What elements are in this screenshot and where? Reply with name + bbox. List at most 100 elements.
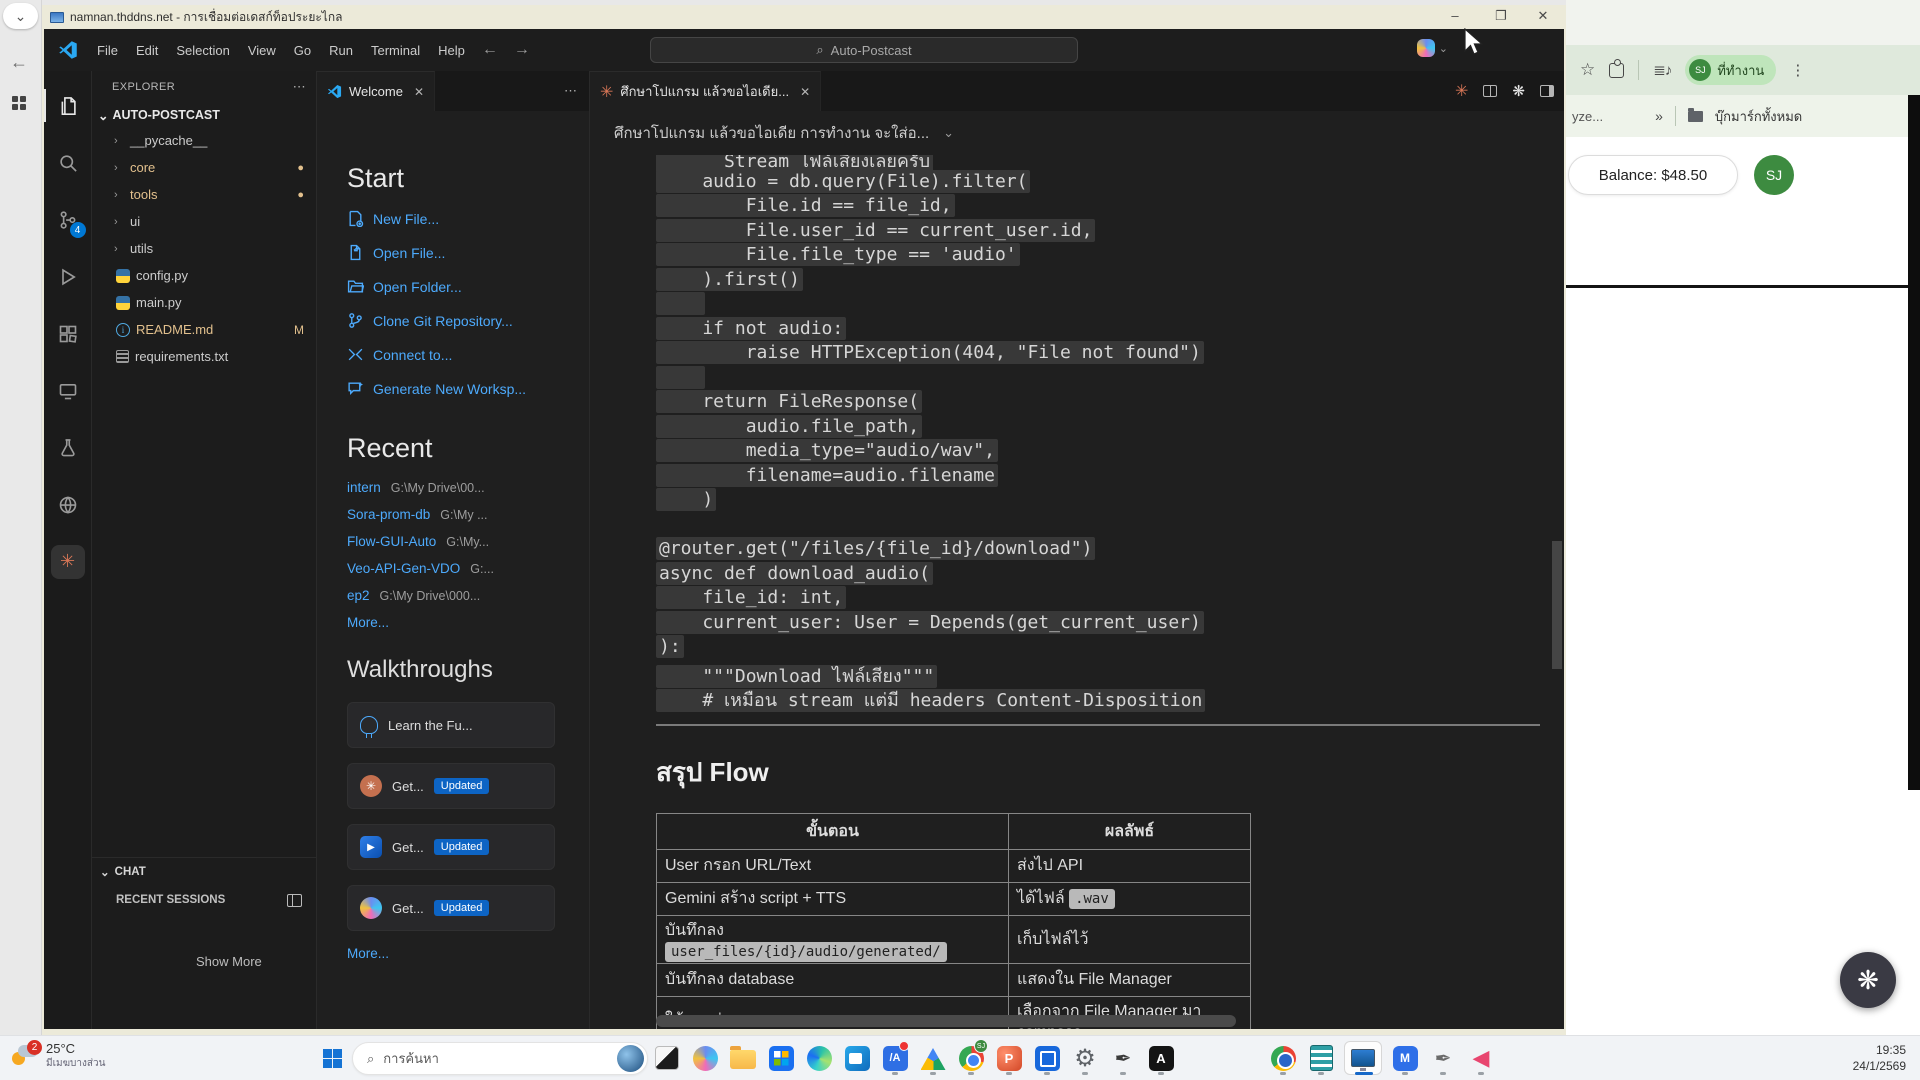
walkthrough-card-claude[interactable]: ✳ Get... Updated [347,763,555,809]
tab-search-icon[interactable]: ≣♪ [1653,61,1671,79]
command-search-box[interactable]: ⌕ Auto-Postcast [650,37,1078,63]
quill-app-icon[interactable]: ✒ [1108,1041,1138,1075]
menu-file[interactable]: File [88,43,127,58]
tree-item-ui[interactable]: › ui [92,208,316,235]
explorer-more-icon[interactable]: ⋯ [293,79,306,95]
start-button[interactable] [323,1049,342,1068]
powerpoint-icon[interactable]: P [994,1041,1024,1075]
bookmark-star-icon[interactable]: ☆ [1580,60,1595,80]
claude-panel-icon[interactable]: ✳ [44,533,92,590]
m-blue-app-icon[interactable]: M [1390,1041,1420,1075]
chrome-icon[interactable]: SJ [956,1041,986,1075]
testing-icon[interactable] [44,419,92,476]
walkthroughs-more-link[interactable]: More... [347,946,589,961]
source-control-icon[interactable]: 4 [44,191,92,248]
weather-widget[interactable]: 2 25°C มีเมฆบางส่วน [12,1041,105,1071]
horizontal-scrollbar[interactable] [656,1015,1236,1027]
layout-panel-icon[interactable] [1540,85,1554,97]
connect-to-link[interactable]: Connect to... [347,346,589,363]
taskbar-search[interactable]: ⌕ การค้นหา [352,1042,648,1075]
copilot-icon[interactable] [690,1041,720,1075]
remote-icon[interactable] [44,362,92,419]
chatgpt-bubble[interactable]: ❋ [1840,952,1896,1008]
editor-actions-more-icon[interactable]: ⋯ [564,83,577,99]
remote-desktop-icon[interactable] [1344,1041,1382,1075]
recent-item[interactable]: intern G:\My Drive\00... [347,480,589,495]
menu-view[interactable]: View [239,43,285,58]
bookmarks-overflow-icon[interactable]: » [1655,108,1663,124]
google-drive-icon[interactable] [918,1041,948,1075]
menu-run[interactable]: Run [320,43,362,58]
a-doc-app-icon[interactable]: /A [880,1041,910,1075]
tab-welcome[interactable]: Welcome ✕ [317,71,435,111]
maximize-icon[interactable]: ❐ [1486,8,1516,24]
kebab-menu-icon[interactable]: ⋮ [1790,61,1805,79]
teal-notes-icon[interactable] [1306,1041,1336,1075]
vertical-scrollbar[interactable] [1552,541,1562,669]
tree-item-readme-md[interactable]: i README.md M [92,316,316,343]
chrome-blue-icon[interactable] [1268,1041,1298,1075]
file-explorer-icon[interactable] [728,1041,758,1075]
clone-git-link[interactable]: Clone Git Repository... [347,312,589,329]
recent-item[interactable]: Flow-GUI-Auto G:\My... [347,534,589,549]
close-icon[interactable]: ✕ [1528,8,1558,24]
search-icon[interactable] [44,134,92,191]
open-folder-link[interactable]: Open Folder... [347,278,589,295]
outlook-icon[interactable] [842,1041,872,1075]
collapse-button[interactable]: ⌄ [3,3,38,29]
tree-item-tools[interactable]: › tools ● [92,181,316,208]
tree-root-auto-postcast[interactable]: ⌄ AUTO-POSTCAST [92,103,316,127]
task-view-icon[interactable] [652,1041,682,1075]
menu-help[interactable]: Help [429,43,474,58]
chat-section-header[interactable]: ⌄ CHAT [92,858,316,886]
show-more-link[interactable]: Show More [196,954,262,969]
browser-profile-chip[interactable]: SJ ที่ทำงาน [1685,55,1776,85]
walkthrough-card-copilot[interactable]: Get... Updated [347,885,555,931]
taskbar-clock[interactable]: 19:35 24/1/2569 [1853,1042,1906,1074]
tree-item-config-py[interactable]: config.py [92,262,316,289]
tree-item-requirements-txt[interactable]: requirements.txt [92,343,316,370]
rdp-titlebar[interactable]: namnan.thddns.net - การเชื่อมต่อเดสก์ท็อ… [42,5,1566,29]
chat-title-bar[interactable]: ศึกษาโปแกรม แล้วขอไอเดีย การทำงาน จะใส่อ… [590,111,1564,155]
split-panel-icon[interactable] [287,894,302,907]
extensions-icon[interactable] [1609,63,1624,78]
minimize-icon[interactable]: – [1440,8,1470,23]
menu-go[interactable]: Go [285,43,320,58]
dark-a-app-icon[interactable]: A [1146,1041,1176,1075]
grid-dots-icon[interactable] [12,96,18,102]
recent-item[interactable]: Sora-prom-db G:\My ... [347,507,589,522]
tree-item-pycache[interactable]: › __pycache__ [92,127,316,154]
tree-item-main-py[interactable]: main.py [92,289,316,316]
generate-workspace-link[interactable]: Generate New Worksp... [347,380,589,397]
menu-terminal[interactable]: Terminal [362,43,429,58]
recent-item[interactable]: Veo-API-Gen-VDO G:... [347,561,589,576]
tab-claude-chat[interactable]: ✳ ศึกษาโปแกรม แล้วขอไอเดีย... ✕ [590,71,821,111]
ms-store-icon[interactable] [766,1041,796,1075]
web-icon[interactable] [44,476,92,533]
pink-media-icon[interactable]: ◀ [1466,1041,1496,1075]
openai-icon[interactable]: ❋ [1512,82,1525,100]
bookmark-item[interactable]: yze... [1572,109,1603,124]
run-debug-icon[interactable] [44,248,92,305]
new-file-link[interactable]: New File... [347,210,589,227]
recent-more-link[interactable]: More... [347,615,589,630]
recent-item[interactable]: ep2 G:\My Drive\000... [347,588,589,603]
close-icon[interactable]: ✕ [414,85,424,99]
settings-gear-icon[interactable]: ⚙ [1070,1041,1100,1075]
close-icon[interactable]: ✕ [800,85,810,99]
nav-forward-icon[interactable]: → [506,41,538,59]
claude-icon[interactable]: ✳ [1455,81,1468,101]
quill-app-2-icon[interactable]: ✒ [1428,1041,1458,1075]
walkthrough-card-learn[interactable]: Learn the Fu... [347,702,555,748]
recent-sessions-header[interactable]: RECENT SESSIONS [92,886,316,914]
tree-item-utils[interactable]: › utils [92,235,316,262]
edge-icon[interactable] [804,1041,834,1075]
bing-daily-image[interactable] [617,1045,644,1072]
explorer-icon[interactable] [44,77,92,134]
back-arrow-icon[interactable]: ← [10,52,28,73]
menu-selection[interactable]: Selection [167,43,238,58]
open-file-link[interactable]: Open File... [347,244,589,261]
all-bookmarks-link[interactable]: บุ๊กมาร์กทั้งหมด [1715,106,1802,127]
walkthrough-card-terminal[interactable]: ▶ Get... Updated [347,824,555,870]
blue-app-icon[interactable] [1032,1041,1062,1075]
